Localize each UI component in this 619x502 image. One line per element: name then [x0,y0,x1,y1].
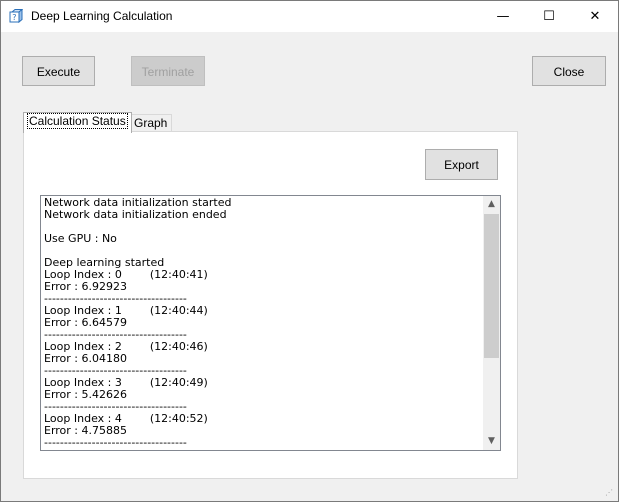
up-arrow-icon[interactable]: ▲ [483,196,500,213]
log-textbox[interactable]: Network data initialization started Netwo… [40,195,501,451]
resize-grip-icon[interactable]: ⋰ [605,488,615,498]
app-window: ? Deep Learning Calculation — ☐ ✕ Execut… [0,0,619,502]
down-arrow-icon[interactable]: ▼ [483,433,500,450]
log-line: Use GPU : No [44,232,117,245]
close-button[interactable]: Close [532,56,606,86]
app-icon: ? [9,9,23,23]
tab-calculation-status[interactable]: Calculation Status [23,112,132,133]
execute-button[interactable]: Execute [22,56,95,86]
log-line: ------------------------------------ [44,436,187,449]
vertical-scrollbar[interactable]: ▲ ▼ [483,196,500,450]
export-button[interactable]: Export [425,149,498,180]
title-bar: ? Deep Learning Calculation — ☐ ✕ [1,1,618,32]
log-line: Network data initialization ended [44,208,227,221]
window-title: Deep Learning Calculation [31,9,173,23]
log-lines: Network data initialization started Netwo… [44,197,484,449]
close-window-button[interactable]: ✕ [572,1,618,32]
scrollbar-thumb[interactable] [484,214,499,358]
tab-label: Graph [134,116,168,130]
terminate-button[interactable]: Terminate [131,56,205,86]
maximize-button[interactable]: ☐ [526,1,572,32]
svg-text:?: ? [12,13,16,22]
minimize-button[interactable]: — [480,1,526,32]
tab-label: Calculation Status [27,113,128,129]
